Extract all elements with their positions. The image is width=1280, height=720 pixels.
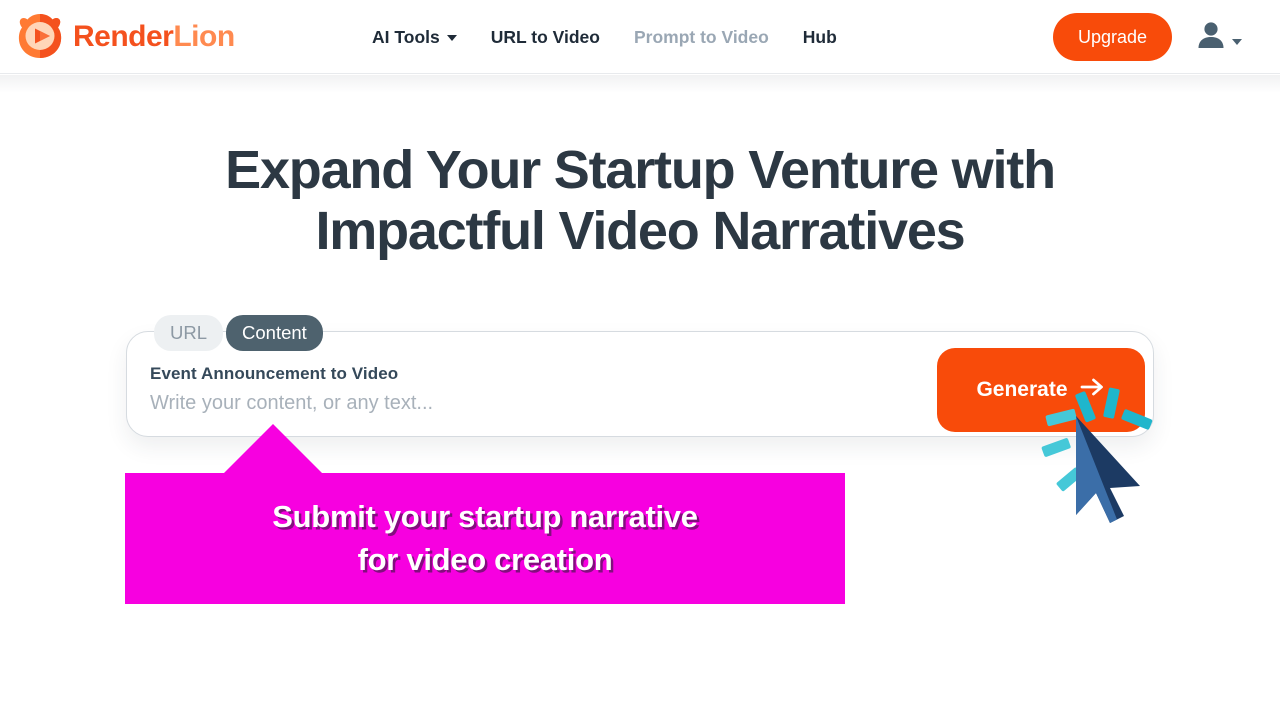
nav-item-url-to-video[interactable]: URL to Video [491,27,600,48]
upgrade-button[interactable]: Upgrade [1052,13,1172,61]
nav-item-ai-tools[interactable]: AI Tools [372,27,457,48]
brand-name-part2: Lion [173,20,235,53]
nav-label-prompt-to-video: Prompt to Video [633,26,769,47]
nav-label-ai-tools: AI Tools [372,26,440,47]
nav-item-prompt-to-video[interactable]: Prompt to Video [634,27,769,48]
input-field-label: Event Announcement to Video [150,364,399,383]
brand-name: RenderLion [73,20,235,54]
tab-content[interactable]: Content [226,315,323,351]
callout-box: Submit your startup narrative for video … [125,473,845,604]
page-root: RenderLion AI Tools URL to Video Prompt … [0,0,1280,720]
brand-name-part1: Render [73,20,174,53]
callout-line-2: for video creation [357,541,613,577]
account-menu[interactable] [1194,18,1242,57]
brand-logo[interactable]: RenderLion [14,8,235,66]
callout-tail [223,424,323,474]
chevron-down-icon [1232,38,1242,45]
generate-button-label: Generate [976,378,1068,401]
input-mode-tabs: URL Content [154,315,323,351]
page-title: Expand Your Startup Venture with Impactf… [225,140,1056,262]
user-avatar-icon [1194,18,1228,57]
header-shadow [0,75,1280,93]
site-header: RenderLion AI Tools URL to Video Prompt … [0,0,1280,74]
lion-play-logo-icon [14,11,66,63]
callout-line-1: Submit your startup narrative [272,499,698,535]
arrow-right-icon [1080,377,1106,403]
nav-label-url-to-video: URL to Video [490,26,600,47]
main-navigation: AI Tools URL to Video Prompt to Video Hu… [372,0,837,74]
chevron-down-icon [446,35,457,41]
content-input[interactable]: Write your content, or any text... [150,392,433,415]
callout-text: Submit your startup narrative for video … [256,496,713,580]
nav-item-hub[interactable]: Hub [803,27,837,48]
tab-url[interactable]: URL [154,315,224,351]
nav-label-hub: Hub [802,26,837,47]
generate-button[interactable]: Generate [937,348,1145,432]
